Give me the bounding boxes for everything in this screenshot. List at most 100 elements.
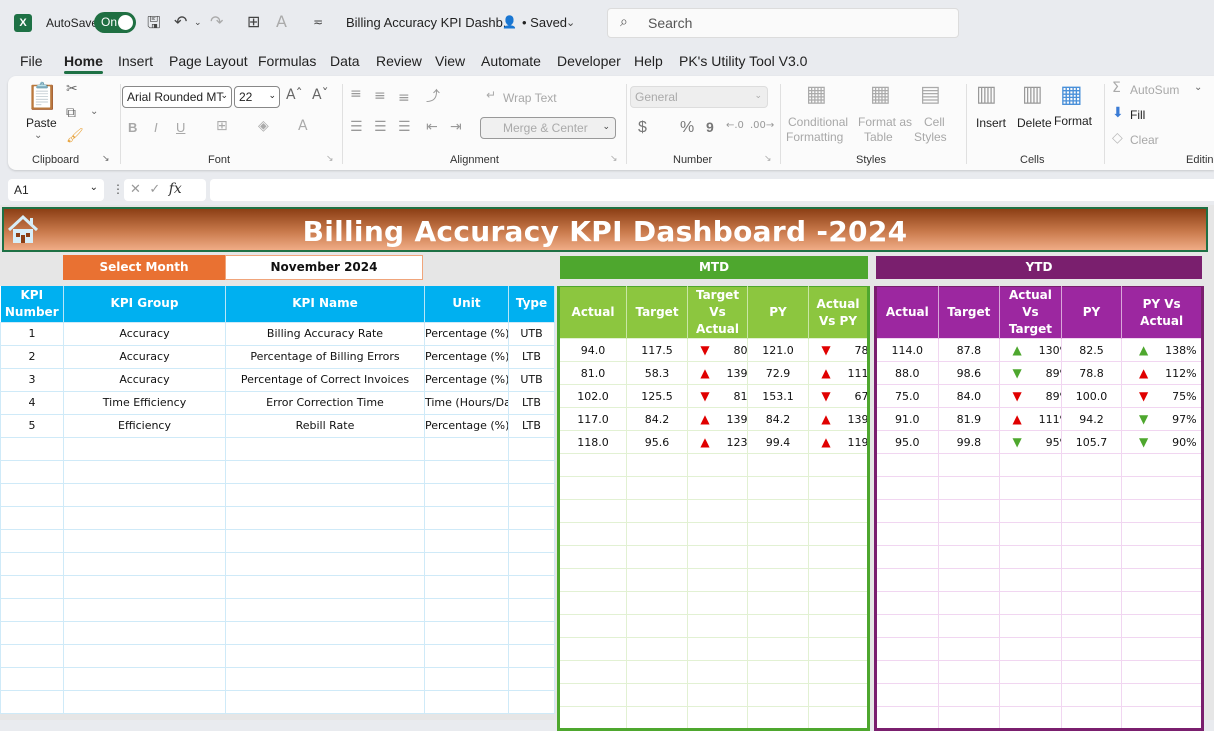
empty-cell[interactable] (687, 637, 748, 661)
dialog-launcher-icon[interactable]: ↘ (610, 154, 618, 164)
empty-cell[interactable] (63, 482, 226, 507)
kpi-name-cell[interactable]: Percentage of Correct Invoices (225, 367, 425, 392)
empty-cell[interactable] (999, 591, 1062, 615)
kpi-name-cell[interactable]: Rebill Rate (225, 413, 425, 438)
empty-cell[interactable] (937, 499, 1001, 523)
empty-cell[interactable] (508, 436, 555, 461)
insert-button[interactable]: Insert (976, 116, 1006, 130)
format-as-table-icon[interactable]: ▦ (870, 82, 891, 107)
empty-cell[interactable] (1060, 660, 1123, 684)
font-family-select[interactable]: Arial Rounded MT ⌄ (122, 86, 232, 108)
empty-cell[interactable] (508, 551, 555, 576)
empty-cell[interactable] (225, 459, 425, 484)
empty-cell[interactable] (747, 568, 809, 592)
align-center-icon[interactable]: ☰ (374, 119, 387, 135)
empty-cell[interactable] (1060, 706, 1123, 730)
empty-cell[interactable] (999, 614, 1062, 638)
autosum-button[interactable]: AutoSum (1130, 83, 1179, 97)
empty-cell[interactable] (747, 706, 809, 730)
empty-cell[interactable] (687, 683, 748, 707)
empty-cell[interactable] (508, 528, 555, 553)
empty-cell[interactable] (0, 551, 64, 576)
empty-cell[interactable] (626, 660, 688, 684)
empty-cell[interactable] (626, 453, 688, 477)
empty-cell[interactable] (875, 476, 939, 500)
ytd-py-vs-actual-cell[interactable]: ▼ 97% (1121, 407, 1203, 431)
empty-cell[interactable] (999, 453, 1062, 477)
empty-cell[interactable] (508, 574, 555, 599)
empty-cell[interactable] (808, 683, 869, 707)
delete-button[interactable]: Delete (1017, 116, 1052, 130)
empty-cell[interactable] (875, 499, 939, 523)
mtd-target-vs-actual-cell[interactable]: ▲ 139% (687, 361, 748, 385)
empty-cell[interactable] (626, 591, 688, 615)
increase-font-icon[interactable]: Aˆ (286, 87, 303, 103)
ytd-target-cell[interactable]: 87.8 (937, 338, 1001, 362)
empty-cell[interactable] (747, 522, 809, 546)
unit-cell[interactable]: Percentage (%) (424, 321, 509, 346)
ytd-py-cell[interactable]: 94.2 (1060, 407, 1123, 431)
empty-cell[interactable] (1121, 499, 1203, 523)
mtd-actual-vs-py-cell[interactable]: ▲ 111% (808, 361, 869, 385)
kpi-group-cell[interactable]: Efficiency (63, 413, 226, 438)
empty-cell[interactable] (937, 706, 1001, 730)
mtd-target-cell[interactable]: 117.5 (626, 338, 688, 362)
tab-developer[interactable]: Developer (557, 53, 621, 69)
conditional-formatting-button[interactable]: Conditional (788, 115, 848, 129)
empty-cell[interactable] (0, 620, 64, 645)
ytd-actual-cell[interactable]: 91.0 (875, 407, 939, 431)
empty-cell[interactable] (747, 499, 809, 523)
empty-cell[interactable] (508, 666, 555, 691)
empty-cell[interactable] (424, 689, 509, 714)
empty-cell[interactable] (626, 614, 688, 638)
empty-cell[interactable] (875, 568, 939, 592)
empty-cell[interactable] (508, 505, 555, 530)
type-cell[interactable]: LTB (508, 344, 555, 369)
save-icon[interactable]: 🖫 (147, 12, 161, 39)
ytd-actual-cell[interactable]: 75.0 (875, 384, 939, 408)
empty-cell[interactable] (747, 545, 809, 569)
font-size-select[interactable]: 22 ⌄ (234, 86, 280, 108)
empty-cell[interactable] (0, 482, 64, 507)
empty-cell[interactable] (687, 499, 748, 523)
decrease-decimal-icon[interactable]: .00→ (750, 120, 774, 131)
mtd-py-cell[interactable]: 153.1 (747, 384, 809, 408)
empty-cell[interactable] (558, 568, 627, 592)
unit-cell[interactable]: Time (Hours/Days (424, 390, 509, 415)
empty-cell[interactable] (937, 453, 1001, 477)
empty-cell[interactable] (626, 568, 688, 592)
copy-dropdown-icon[interactable]: ⌄ (90, 106, 98, 117)
empty-cell[interactable] (687, 706, 748, 730)
kpi-group-cell[interactable]: Accuracy (63, 344, 226, 369)
fill-button[interactable]: Fill (1130, 108, 1145, 122)
empty-cell[interactable] (424, 551, 509, 576)
empty-cell[interactable] (0, 436, 64, 461)
formula-input[interactable] (210, 179, 1214, 201)
dialog-launcher-icon[interactable]: ↘ (102, 154, 110, 164)
cut-icon[interactable]: ✂ (66, 81, 78, 97)
ytd-py-cell[interactable]: 78.8 (1060, 361, 1123, 385)
mtd-target-cell[interactable]: 84.2 (626, 407, 688, 431)
empty-cell[interactable] (999, 545, 1062, 569)
mtd-actual-vs-py-cell[interactable]: ▲ 139% (808, 407, 869, 431)
unit-cell[interactable]: Percentage (%) (424, 413, 509, 438)
empty-cell[interactable] (424, 620, 509, 645)
comma-button[interactable]: 9 (706, 119, 714, 135)
empty-cell[interactable] (687, 522, 748, 546)
mtd-actual-vs-py-cell[interactable]: ▲ 119% (808, 430, 869, 454)
empty-cell[interactable] (808, 545, 869, 569)
delete-cells-icon[interactable]: ▥ (1022, 82, 1043, 107)
empty-cell[interactable] (1060, 453, 1123, 477)
empty-cell[interactable] (1121, 637, 1203, 661)
kpi-group-cell[interactable]: Time Efficiency (63, 390, 226, 415)
empty-cell[interactable] (1121, 706, 1203, 730)
empty-cell[interactable] (1060, 568, 1123, 592)
unit-cell[interactable]: Percentage (%) (424, 367, 509, 392)
empty-cell[interactable] (558, 522, 627, 546)
kpi-name-cell[interactable]: Percentage of Billing Errors (225, 344, 425, 369)
tab-page-layout[interactable]: Page Layout (169, 53, 248, 69)
ytd-target-cell[interactable]: 81.9 (937, 407, 1001, 431)
empty-cell[interactable] (937, 614, 1001, 638)
mtd-target-vs-actual-cell[interactable]: ▼ 81% (687, 384, 748, 408)
empty-cell[interactable] (808, 660, 869, 684)
